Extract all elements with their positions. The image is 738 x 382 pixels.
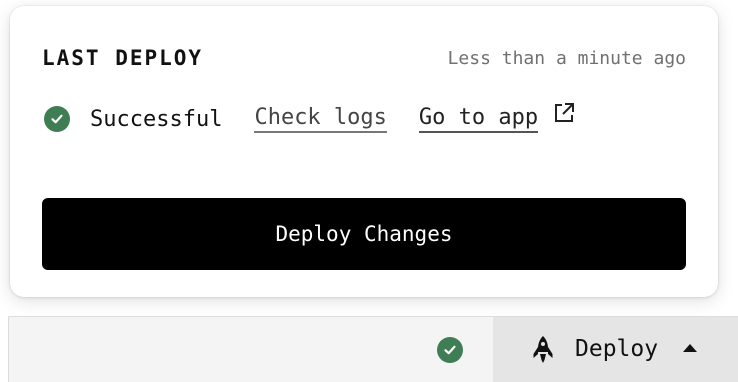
app-screen: LAST DEPLOY Less than a minute ago Succe… [0, 0, 738, 382]
checkmark-glyph [51, 114, 63, 124]
checkmark-glyph [444, 345, 456, 355]
status-check-circle-icon [437, 337, 463, 363]
deploy-status-row: Successful Check logs Go to app [44, 102, 576, 136]
external-link-icon[interactable] [552, 101, 576, 125]
bottom-status-bar: Deploy [8, 316, 738, 382]
caret-up-icon [683, 344, 697, 352]
check-logs-link[interactable]: Check logs [254, 105, 387, 133]
deploy-menu-button[interactable]: Deploy [493, 317, 738, 382]
go-to-app-link[interactable]: Go to app [418, 105, 539, 133]
last-deploy-time: Less than a minute ago [447, 48, 686, 69]
deploy-changes-button[interactable]: Deploy Changes [42, 198, 686, 270]
deploy-status-label: Successful [90, 106, 223, 132]
last-deploy-popover: LAST DEPLOY Less than a minute ago Succe… [10, 6, 718, 297]
rocket-icon [531, 335, 555, 365]
check-circle-icon [44, 106, 70, 132]
deploy-menu-label: Deploy [575, 336, 659, 362]
popover-title: LAST DEPLOY [42, 46, 204, 70]
